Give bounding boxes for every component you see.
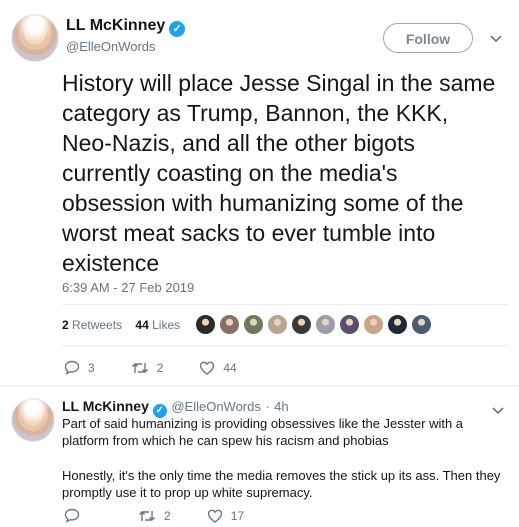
reply-button[interactable]: 3: [64, 360, 95, 375]
tweet-actions: 3 2 44: [64, 360, 273, 375]
heart-icon: [207, 509, 222, 523]
author-handle[interactable]: @ElleOnWords: [66, 39, 156, 54]
reply-count: 3: [88, 360, 95, 375]
like-count: 44: [223, 360, 237, 375]
liker-avatar[interactable]: [219, 314, 240, 335]
reply-author-avatar[interactable]: [11, 398, 55, 442]
retweet-button[interactable]: 2: [131, 360, 164, 375]
likes-stat[interactable]: 44 Likes: [135, 318, 180, 332]
retweet-count: 2: [164, 508, 171, 523]
like-count: 17: [230, 508, 245, 523]
reply-paragraph-1: Part of said humanizing is providing obs…: [62, 416, 464, 448]
divider: [0, 385, 519, 386]
liker-avatar[interactable]: [315, 314, 336, 335]
reply-separator: ·: [265, 399, 270, 414]
reply-button[interactable]: [64, 508, 88, 523]
like-button[interactable]: 44: [199, 360, 237, 375]
reply-author-name[interactable]: LL McKinney: [62, 398, 149, 414]
tweet-text: History will place Jesse Singal in the s…: [62, 70, 496, 276]
liker-avatar[interactable]: [363, 314, 384, 335]
retweets-stat[interactable]: 2 Retweets: [62, 318, 122, 332]
author-name[interactable]: LL McKinney: [66, 17, 165, 34]
liker-avatars: [195, 314, 435, 335]
liker-avatar[interactable]: [195, 314, 216, 335]
reply-actions: 2 17: [64, 508, 280, 523]
liker-avatar[interactable]: [387, 314, 408, 335]
retweet-icon: [131, 362, 148, 373]
reply-icon: [64, 360, 80, 375]
reply-icon: [64, 508, 80, 523]
like-button[interactable]: 17: [207, 509, 244, 523]
author-name-row[interactable]: LL McKinney ✓: [66, 17, 186, 37]
liker-avatar[interactable]: [243, 314, 264, 335]
retweet-button[interactable]: 2: [138, 509, 171, 523]
verified-badge-icon: ✓: [169, 21, 186, 37]
divider: [62, 304, 508, 305]
liker-avatar[interactable]: [411, 314, 432, 335]
chevron-down-icon[interactable]: [490, 30, 502, 46]
retweet-count: 2: [156, 360, 164, 375]
liker-avatar[interactable]: [339, 314, 360, 335]
retweet-icon: [139, 510, 155, 521]
likes-label: Likes: [152, 318, 181, 332]
liker-avatar[interactable]: [267, 314, 288, 335]
follow-button[interactable]: Follow: [383, 23, 473, 53]
reply-paragraph-2: Honestly, it's the only time the media r…: [62, 468, 501, 500]
likes-count: 44: [135, 318, 149, 332]
author-avatar[interactable]: [11, 14, 59, 62]
liker-avatar[interactable]: [291, 314, 312, 335]
divider: [62, 345, 508, 346]
tweet-timestamp[interactable]: 6:39 AM - 27 Feb 2019: [62, 280, 194, 295]
reply-author-handle[interactable]: @ElleOnWords: [171, 399, 261, 414]
tweet-stats: 2 Retweets 44 Likes: [62, 318, 180, 332]
retweets-count: 2: [62, 318, 69, 332]
heart-icon: [200, 361, 215, 375]
reply-age[interactable]: 4h: [274, 399, 288, 414]
retweets-label: Retweets: [72, 318, 123, 332]
